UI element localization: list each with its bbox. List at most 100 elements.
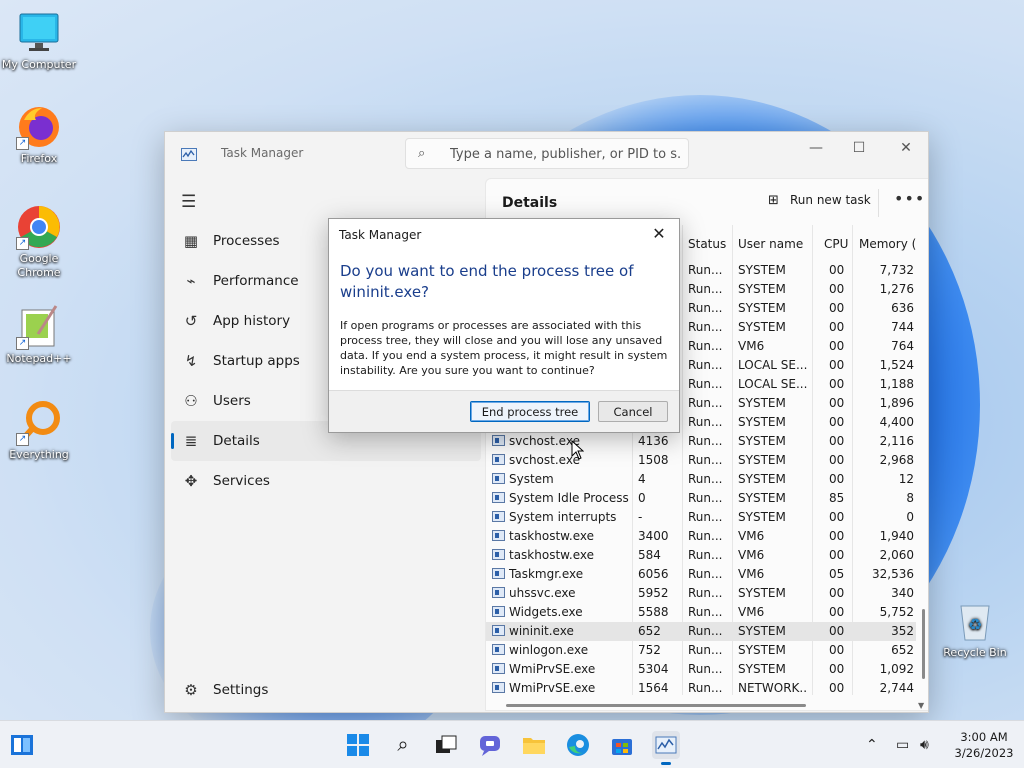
column-header-user[interactable]: User name: [738, 237, 803, 251]
status-cell-text: Run...: [688, 529, 723, 543]
table-row[interactable]: uhssvc.exe 5952 Run... SYSTEM 00 340: [486, 584, 916, 603]
pid-cell-text: 3400: [638, 529, 669, 543]
table-row[interactable]: svchost.exe 4136 Run... SYSTEM 00 2,116: [486, 432, 916, 451]
hamburger-menu-icon[interactable]: ☰: [181, 192, 196, 212]
user-name-cell: VM6: [738, 529, 808, 543]
table-row[interactable]: System Idle Process 0 Run... SYSTEM 85 8: [486, 489, 916, 508]
task-manager-taskbar-icon[interactable]: [652, 731, 680, 765]
table-row[interactable]: svchost.exe 1508 Run... SYSTEM 00 2,968: [486, 451, 916, 470]
cpu-cell: 00: [829, 548, 849, 562]
pid-cell-text: 5952: [638, 586, 669, 600]
status-cell-text: Run...: [688, 548, 723, 562]
title-bar[interactable]: Task Manager ⌕ — ☐ ✕: [165, 132, 928, 176]
edge-browser-icon[interactable]: [564, 731, 592, 759]
vertical-scrollbar[interactable]: [922, 609, 925, 679]
end-process-tree-button[interactable]: End process tree: [470, 401, 590, 422]
dialog-close-icon[interactable]: ✕: [647, 223, 671, 245]
sidebar-item-services[interactable]: ✥ Services: [171, 461, 481, 501]
table-row[interactable]: taskhostw.exe 3400 Run... VM6 00 1,940: [486, 527, 916, 546]
memory-cell-text: 8: [906, 491, 914, 505]
maximize-button[interactable]: ☐: [836, 134, 882, 162]
status-cell: Run...: [688, 263, 732, 277]
sidebar-item-label: Users: [213, 393, 251, 409]
volume-icon[interactable]: 🔊︎: [920, 721, 929, 768]
process-name-cell: uhssvc.exe: [492, 586, 630, 600]
process-name-cell-text: WmiPrvSE.exe: [509, 662, 596, 676]
user-name-cell-text: LOCAL SE...: [738, 377, 808, 391]
start-windows-icon[interactable]: [344, 731, 372, 759]
column-header-cpu[interactable]: CPU: [824, 237, 848, 251]
table-row[interactable]: winlogon.exe 752 Run... SYSTEM 00 652: [486, 641, 916, 660]
network-icon[interactable]: ▭: [896, 721, 909, 768]
file-explorer-icon[interactable]: [520, 731, 548, 759]
memory-cell: 352: [858, 624, 914, 638]
search-icon[interactable]: ⌕: [389, 731, 417, 759]
minimize-button[interactable]: —: [793, 134, 839, 162]
desktop-icon-recycle-bin[interactable]: ♻ Recycle Bin: [936, 598, 1014, 660]
desktop-icon-my-computer[interactable]: My Computer: [0, 10, 78, 72]
status-cell-text: Run...: [688, 453, 723, 467]
desktop-icon-label: Firefox: [20, 152, 58, 165]
pid-cell: 5952: [638, 586, 684, 600]
table-row[interactable]: WmiPrvSE.exe 5304 Run... SYSTEM 00 1,092: [486, 660, 916, 679]
column-header-status[interactable]: Status: [688, 237, 726, 251]
user-name-cell: SYSTEM: [738, 282, 808, 296]
show-hidden-icons-chevron-icon[interactable]: ⌃: [866, 721, 878, 768]
process-name-cell: Taskmgr.exe: [492, 567, 630, 581]
user-name-cell-text: SYSTEM: [738, 453, 786, 467]
chat-icon[interactable]: [476, 731, 504, 759]
memory-cell: 5,752: [858, 605, 914, 619]
dialog-heading: Do you want to end the process tree of w…: [340, 262, 634, 301]
history-icon: ↺: [184, 312, 198, 330]
scroll-down-arrow-icon[interactable]: ▼: [918, 701, 924, 710]
cpu-cell-text: 00: [829, 434, 845, 448]
sidebar-item-settings[interactable]: ⚙ Settings: [171, 670, 481, 710]
desktop-icon-firefox[interactable]: ↗ Firefox: [0, 104, 78, 166]
search-icon: ⌕: [418, 146, 426, 161]
table-row[interactable]: System interrupts - Run... SYSTEM 00 0: [486, 508, 916, 527]
run-new-task-button[interactable]: ⊞ Run new task: [768, 193, 871, 208]
process-icon: [492, 625, 505, 636]
cancel-button[interactable]: Cancel: [598, 401, 668, 422]
task-view-icon[interactable]: [432, 731, 460, 759]
more-options-button[interactable]: •••: [894, 189, 925, 208]
cpu-cell: 00: [829, 605, 849, 619]
user-name-cell: LOCAL SE...: [738, 358, 808, 372]
cpu-cell-text: 00: [829, 377, 845, 391]
memory-cell: 8: [858, 491, 914, 505]
table-row[interactable]: WmiPrvSE.exe 1564 Run... NETWORK... 00 2,744: [486, 679, 916, 698]
users-icon: ⚇: [184, 392, 198, 410]
svg-text:♻: ♻: [968, 615, 982, 634]
memory-cell-text: 7,732: [879, 263, 914, 277]
desktop-icon-chrome[interactable]: ↗ Google Chrome: [0, 204, 78, 280]
column-header-memory[interactable]: Memory (: [859, 237, 916, 251]
desktop-icon-everything[interactable]: ↗ Everything: [0, 400, 78, 462]
memory-cell: 764: [858, 339, 914, 353]
status-cell: Run...: [688, 415, 732, 429]
table-row[interactable]: wininit.exe 652 Run... SYSTEM 00 352: [486, 622, 916, 641]
microsoft-store-icon[interactable]: [608, 731, 636, 759]
memory-cell: 1,896: [858, 396, 914, 410]
horizontal-scrollbar[interactable]: [506, 704, 806, 707]
user-name-cell: SYSTEM: [738, 453, 808, 467]
search-input[interactable]: [450, 144, 680, 164]
pid-cell: 4136: [638, 434, 684, 448]
search-box[interactable]: ⌕: [405, 138, 689, 169]
table-row[interactable]: taskhostw.exe 584 Run... VM6 00 2,060: [486, 546, 916, 565]
process-icon: [492, 663, 505, 674]
user-name-cell: SYSTEM: [738, 415, 808, 429]
user-name-cell: SYSTEM: [738, 301, 808, 315]
table-row[interactable]: Widgets.exe 5588 Run... VM6 00 5,752: [486, 603, 916, 622]
taskbar-clock[interactable]: 3:00 AM 3/26/2023: [948, 729, 1020, 761]
pid-cell-text: 652: [638, 624, 661, 638]
table-row[interactable]: System 4 Run... SYSTEM 00 12: [486, 470, 916, 489]
desktop-icon-notepadpp[interactable]: ↗ Notepad++: [0, 304, 78, 366]
close-button[interactable]: ✕: [883, 134, 929, 162]
status-cell: Run...: [688, 491, 732, 505]
task-view-widget-icon[interactable]: [8, 731, 36, 759]
status-cell-text: Run...: [688, 377, 723, 391]
process-name-cell: System Idle Process: [492, 491, 630, 505]
table-row[interactable]: Taskmgr.exe 6056 Run... VM6 05 32,536: [486, 565, 916, 584]
cpu-cell-text: 00: [829, 282, 845, 296]
pid-cell-text: 5588: [638, 605, 669, 619]
